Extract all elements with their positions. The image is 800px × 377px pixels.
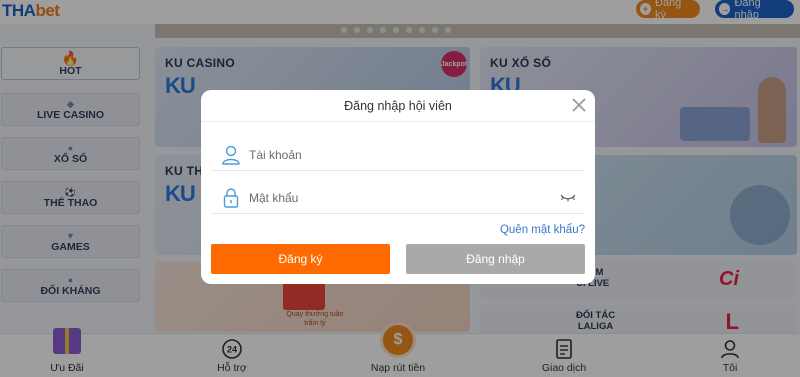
login-modal: Đăng nhập hội viên Quên mật khẩu? (201, 90, 595, 284)
register-button[interactable]: Đăng ký (211, 244, 390, 274)
password-field (211, 182, 585, 214)
close-button[interactable] (570, 96, 588, 114)
lock-icon (223, 188, 239, 208)
password-input[interactable] (249, 188, 549, 208)
eye-closed-icon[interactable] (560, 191, 576, 203)
login-button[interactable]: Đăng nhập (406, 244, 585, 274)
username-field (211, 139, 585, 171)
forgot-password-link[interactable]: Quên mật khẩu? (500, 224, 585, 236)
user-icon (222, 145, 240, 165)
username-input[interactable] (249, 145, 549, 165)
close-icon (572, 98, 586, 112)
modal-title: Đăng nhập hội viên (344, 99, 452, 113)
modal-header: Đăng nhập hội viên (201, 90, 595, 122)
